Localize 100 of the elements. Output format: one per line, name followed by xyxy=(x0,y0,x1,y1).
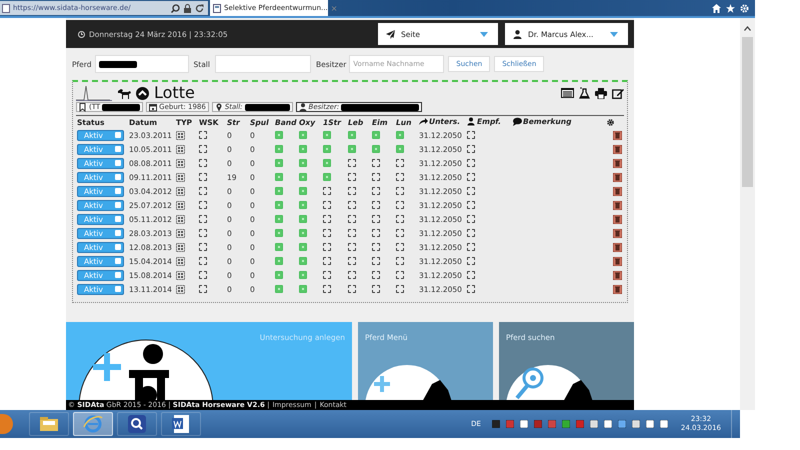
checkbox[interactable] xyxy=(348,187,356,195)
checkbox[interactable] xyxy=(299,271,307,279)
checkbox[interactable] xyxy=(299,173,307,181)
checkbox[interactable] xyxy=(199,285,207,293)
checkbox[interactable] xyxy=(396,159,404,167)
checkbox[interactable] xyxy=(467,145,475,153)
grid-icon[interactable] xyxy=(176,228,185,238)
checkbox[interactable] xyxy=(396,201,404,209)
checkbox[interactable] xyxy=(396,131,404,139)
trash-icon[interactable] xyxy=(613,284,622,294)
checkbox[interactable] xyxy=(323,131,331,139)
checkbox[interactable] xyxy=(275,285,283,293)
checkbox[interactable] xyxy=(299,131,307,139)
trash-icon[interactable] xyxy=(613,158,622,168)
checkbox[interactable] xyxy=(275,131,283,139)
input-field[interactable] xyxy=(94,55,188,73)
scrollbar[interactable] xyxy=(740,18,755,410)
checkbox[interactable] xyxy=(372,173,380,181)
checkbox[interactable] xyxy=(467,131,475,139)
printer-icon[interactable] xyxy=(595,88,607,98)
checkbox[interactable] xyxy=(299,159,307,167)
checkbox[interactable] xyxy=(199,145,207,153)
star-icon[interactable] xyxy=(726,4,735,12)
checkbox[interactable] xyxy=(299,285,307,293)
checkbox[interactable] xyxy=(275,201,283,209)
taskbar-app[interactable] xyxy=(161,412,201,436)
checkbox[interactable] xyxy=(348,201,356,209)
checkbox[interactable] xyxy=(323,257,331,265)
checkbox[interactable] xyxy=(323,187,331,195)
grid-icon[interactable] xyxy=(176,130,185,140)
checkbox[interactable] xyxy=(199,201,207,209)
checkbox[interactable] xyxy=(275,173,283,181)
trash-icon[interactable] xyxy=(613,186,622,196)
checkbox[interactable] xyxy=(467,173,475,181)
checkbox[interactable] xyxy=(372,243,380,251)
checkbox[interactable] xyxy=(323,159,331,167)
checkbox[interactable] xyxy=(372,285,380,293)
checkbox[interactable] xyxy=(275,145,283,153)
checkbox[interactable] xyxy=(323,173,331,181)
checkbox[interactable] xyxy=(299,187,307,195)
checkbox[interactable] xyxy=(372,159,380,167)
checkbox[interactable] xyxy=(348,285,356,293)
checkbox[interactable] xyxy=(467,285,475,293)
checkbox[interactable] xyxy=(348,229,356,237)
checkbox[interactable] xyxy=(396,243,404,251)
trash-icon[interactable] xyxy=(613,172,622,182)
list-icon[interactable] xyxy=(561,88,574,98)
grid-icon[interactable] xyxy=(176,158,185,168)
checkbox[interactable] xyxy=(275,215,283,223)
checkbox[interactable] xyxy=(275,271,283,279)
settings-icon[interactable] xyxy=(607,119,614,126)
checkbox[interactable] xyxy=(348,271,356,279)
checkbox[interactable] xyxy=(467,187,475,195)
checkbox[interactable] xyxy=(348,243,356,251)
trash-icon[interactable] xyxy=(613,144,622,154)
checkbox[interactable] xyxy=(199,187,207,195)
checkbox[interactable] xyxy=(299,257,307,265)
taskbar-app[interactable] xyxy=(117,412,157,436)
grid-icon[interactable] xyxy=(176,186,185,196)
grid-icon[interactable] xyxy=(176,214,185,224)
checkbox[interactable] xyxy=(323,285,331,293)
trash-icon[interactable] xyxy=(613,270,622,280)
checkbox[interactable] xyxy=(199,173,207,181)
home-icon[interactable] xyxy=(712,4,721,12)
checkbox[interactable] xyxy=(348,173,356,181)
checkbox[interactable] xyxy=(199,243,207,251)
grid-icon[interactable] xyxy=(176,200,185,210)
taskbar-app[interactable] xyxy=(29,412,69,436)
scrollbar-thumb[interactable] xyxy=(742,37,753,187)
grid-icon[interactable] xyxy=(176,144,185,154)
checkbox[interactable] xyxy=(467,159,475,167)
grid-icon[interactable] xyxy=(176,270,185,280)
checkbox[interactable] xyxy=(348,145,356,153)
grid-icon[interactable] xyxy=(176,172,185,182)
refresh-icon[interactable] xyxy=(195,4,204,12)
checkbox[interactable] xyxy=(467,229,475,237)
checkbox[interactable] xyxy=(299,215,307,223)
checkbox[interactable] xyxy=(396,229,404,237)
grid-icon[interactable] xyxy=(176,256,185,266)
checkbox[interactable] xyxy=(396,173,404,181)
checkbox[interactable] xyxy=(396,285,404,293)
checkbox[interactable] xyxy=(372,215,380,223)
checkbox[interactable] xyxy=(372,229,380,237)
trash-icon[interactable] xyxy=(613,242,622,252)
checkbox[interactable] xyxy=(396,187,404,195)
search-icon[interactable] xyxy=(171,4,180,12)
checkbox[interactable] xyxy=(372,271,380,279)
checkbox[interactable] xyxy=(372,145,380,153)
checkbox[interactable] xyxy=(396,271,404,279)
checkbox[interactable] xyxy=(372,201,380,209)
checkbox[interactable] xyxy=(396,257,404,265)
checkbox[interactable] xyxy=(323,243,331,251)
checkbox[interactable] xyxy=(275,159,283,167)
checkbox[interactable] xyxy=(467,271,475,279)
edit-icon[interactable] xyxy=(612,88,624,98)
grid-icon[interactable] xyxy=(176,284,185,294)
checkbox[interactable] xyxy=(348,131,356,139)
checkbox[interactable] xyxy=(467,215,475,223)
checkbox[interactable] xyxy=(372,257,380,265)
checkbox[interactable] xyxy=(323,201,331,209)
